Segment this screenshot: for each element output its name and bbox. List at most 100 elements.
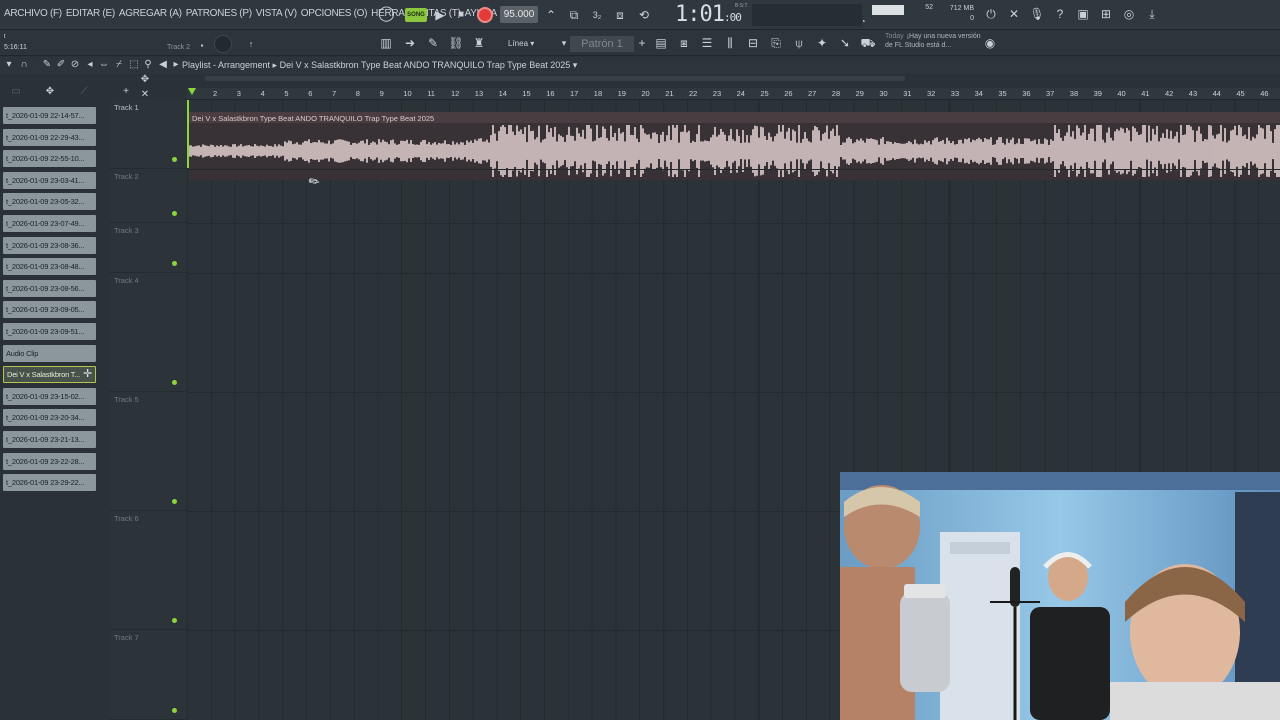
channel-rack-icon[interactable]: ⧆: [676, 35, 692, 51]
download-icon[interactable]: ⤓: [1144, 6, 1160, 22]
mixer-icon[interactable]: ☰: [699, 35, 715, 51]
tempo-display[interactable]: 95.000: [500, 6, 538, 23]
menu-item[interactable]: VISTA (V): [256, 8, 297, 19]
clip-item[interactable]: t_2026-01-09 22-55-10...: [3, 150, 96, 168]
wand-icon[interactable]: ➘: [837, 35, 853, 51]
stamp-icon[interactable]: ♜: [471, 35, 487, 51]
zoom-tool-icon[interactable]: ⚲: [142, 58, 154, 72]
playlist-icon[interactable]: ▤: [653, 35, 669, 51]
countdown-icon[interactable]: 3₂: [589, 7, 605, 23]
playhead-marker[interactable]: [188, 88, 196, 95]
menu-item[interactable]: AGREGAR (A): [119, 8, 182, 19]
clip-item[interactable]: t_2026-01-09 23-03-41...: [3, 171, 96, 189]
move-icon[interactable]: ✥: [44, 85, 56, 99]
metronome-icon[interactable]: ⧉: [566, 7, 582, 23]
cpu-reset-icon[interactable]: ⏻: [983, 6, 999, 22]
clip-item[interactable]: t_2026-01-09 23-05-32...: [3, 193, 96, 211]
add-track-icon[interactable]: +: [120, 85, 132, 99]
master-volume-icon[interactable]: ◔: [855, 14, 871, 30]
piano-roll-icon[interactable]: ⫼: [722, 35, 738, 51]
clip-item[interactable]: t_2026-01-09 23-08-36...: [3, 236, 96, 254]
resize-icon[interactable]: ⟋: [78, 85, 90, 99]
menu-item[interactable]: EDITAR (E): [66, 8, 115, 19]
playback-tool-icon[interactable]: ◀: [157, 58, 169, 72]
microphone-icon[interactable]: 🎙: [1029, 6, 1045, 22]
clip-item[interactable]: t_2026-01-09 23-20-34...: [3, 409, 96, 427]
clip-item[interactable]: t_2026-01-09 23-08-56...: [3, 279, 96, 297]
track-active-led[interactable]: [172, 211, 177, 216]
delete-tool-icon[interactable]: ⊘: [69, 58, 81, 72]
step-edit-icon[interactable]: ⧈: [612, 7, 628, 23]
chevron-down-icon[interactable]: ▾: [3, 58, 15, 72]
link-icon[interactable]: ⛓: [448, 35, 464, 51]
playhead[interactable]: [187, 100, 189, 168]
store-icon[interactable]: ⛟: [860, 35, 876, 51]
clip-item[interactable]: t_2026-01-09 23-22-28...: [3, 452, 96, 470]
sidebar-icon[interactable]: ▭: [10, 85, 22, 99]
pattern-selector[interactable]: Patrón 1: [570, 36, 634, 52]
song-mode-toggle[interactable]: SONG: [405, 8, 427, 22]
track-header[interactable]: Track 6: [110, 511, 186, 630]
record-button[interactable]: [477, 7, 493, 23]
menu-item[interactable]: ARCHIVO (F): [4, 8, 62, 19]
paint-tool-icon[interactable]: ✐: [55, 58, 67, 72]
clip-item[interactable]: t_2026-01-09 23-21-13...: [3, 430, 96, 448]
add-clip-icon[interactable]: ✛: [83, 367, 92, 382]
clip-item[interactable]: t_2026-01-09 23-09-05...: [3, 301, 96, 319]
plugin-icon[interactable]: ⍦: [791, 35, 807, 51]
selected-clip-item[interactable]: Dei V x Salastkbron T... ✛: [3, 366, 96, 384]
lock-icon[interactable]: ▪: [194, 38, 210, 54]
track-header[interactable]: Track 5: [110, 392, 186, 511]
menu-item[interactable]: PATRONES (P): [186, 8, 252, 19]
news-panel[interactable]: Today ¡Hay una nueva versión de FL Studio…: [885, 32, 985, 50]
track-active-led[interactable]: [172, 708, 177, 713]
track-active-led[interactable]: [172, 499, 177, 504]
play-icon[interactable]: ▶: [432, 7, 448, 23]
files-icon[interactable]: ⎘: [768, 35, 784, 51]
track-header[interactable]: Track 4: [110, 273, 186, 392]
add-pattern-icon[interactable]: +: [634, 35, 650, 51]
slip-tool-icon[interactable]: ⇔: [98, 58, 110, 72]
expand-icon[interactable]: ✥: [139, 73, 151, 87]
clip-item[interactable]: t_2026-01-09 23-29-22...: [3, 474, 96, 492]
clip-item[interactable]: Audio Clip: [3, 344, 96, 362]
clip-item[interactable]: t_2026-01-09 22-29-43...: [3, 128, 96, 146]
clip-item[interactable]: t_2026-01-09 23-08-48...: [3, 258, 96, 276]
tools-icon[interactable]: ✦: [814, 35, 830, 51]
save-icon[interactable]: ▣: [1075, 6, 1091, 22]
timeline-ruler[interactable]: 2 3 4 5 6 7 8 9 10 11 12 13 14 15 16 17 18 19 20 21 22 23 24 25…: [187, 88, 1280, 100]
track-active-led[interactable]: [172, 618, 177, 623]
help-icon[interactable]: ?: [1052, 6, 1068, 22]
track-active-led[interactable]: [172, 157, 177, 162]
track-header[interactable]: Track 7: [110, 630, 186, 720]
mute-tool-icon[interactable]: ◂: [84, 58, 96, 72]
pitch-icon[interactable]: ⌃: [543, 7, 559, 23]
stop-icon[interactable]: ■: [453, 7, 469, 23]
clip-item[interactable]: t_2026-01-09 23-09-51...: [3, 322, 96, 340]
pitch-knob-icon[interactable]: ↑: [243, 36, 259, 52]
chat-icon[interactable]: ◎: [1121, 6, 1137, 22]
select-tool-icon[interactable]: ⬚: [128, 58, 140, 72]
track-header[interactable]: Track 3: [110, 223, 186, 273]
project-icon[interactable]: ⊞: [1098, 6, 1114, 22]
horizontal-scrollbar[interactable]: [205, 76, 905, 81]
metronome-dial-icon[interactable]: ◯: [378, 6, 395, 22]
main-volume-knob[interactable]: [214, 35, 232, 53]
snap-select[interactable]: Línea ▾: [494, 37, 554, 51]
track-active-led[interactable]: [172, 380, 177, 385]
globe-icon[interactable]: ◉: [982, 35, 998, 51]
clip-item[interactable]: t_2026-01-09 23-07-49...: [3, 214, 96, 232]
clip-item[interactable]: t_2026-01-09 22-14-57...: [3, 107, 96, 124]
menu-item[interactable]: OPCIONES (O): [301, 8, 368, 19]
magnet-icon[interactable]: ∩: [18, 58, 30, 72]
browser-icon[interactable]: ⊟: [745, 35, 761, 51]
track-header[interactable]: Track 1: [110, 100, 186, 169]
arrow-right-icon[interactable]: ➜: [402, 35, 418, 51]
pencil-tool-icon[interactable]: ✎: [41, 58, 53, 72]
track-active-led[interactable]: [172, 261, 177, 266]
slice-tool-icon[interactable]: ⌿: [113, 58, 125, 72]
piano-icon[interactable]: ▥: [378, 35, 394, 51]
clip-item[interactable]: t_2026-01-09 23-15-02...: [3, 387, 96, 405]
track-header[interactable]: Track 2: [110, 169, 186, 223]
loop-record-icon[interactable]: ⟲: [636, 7, 652, 23]
